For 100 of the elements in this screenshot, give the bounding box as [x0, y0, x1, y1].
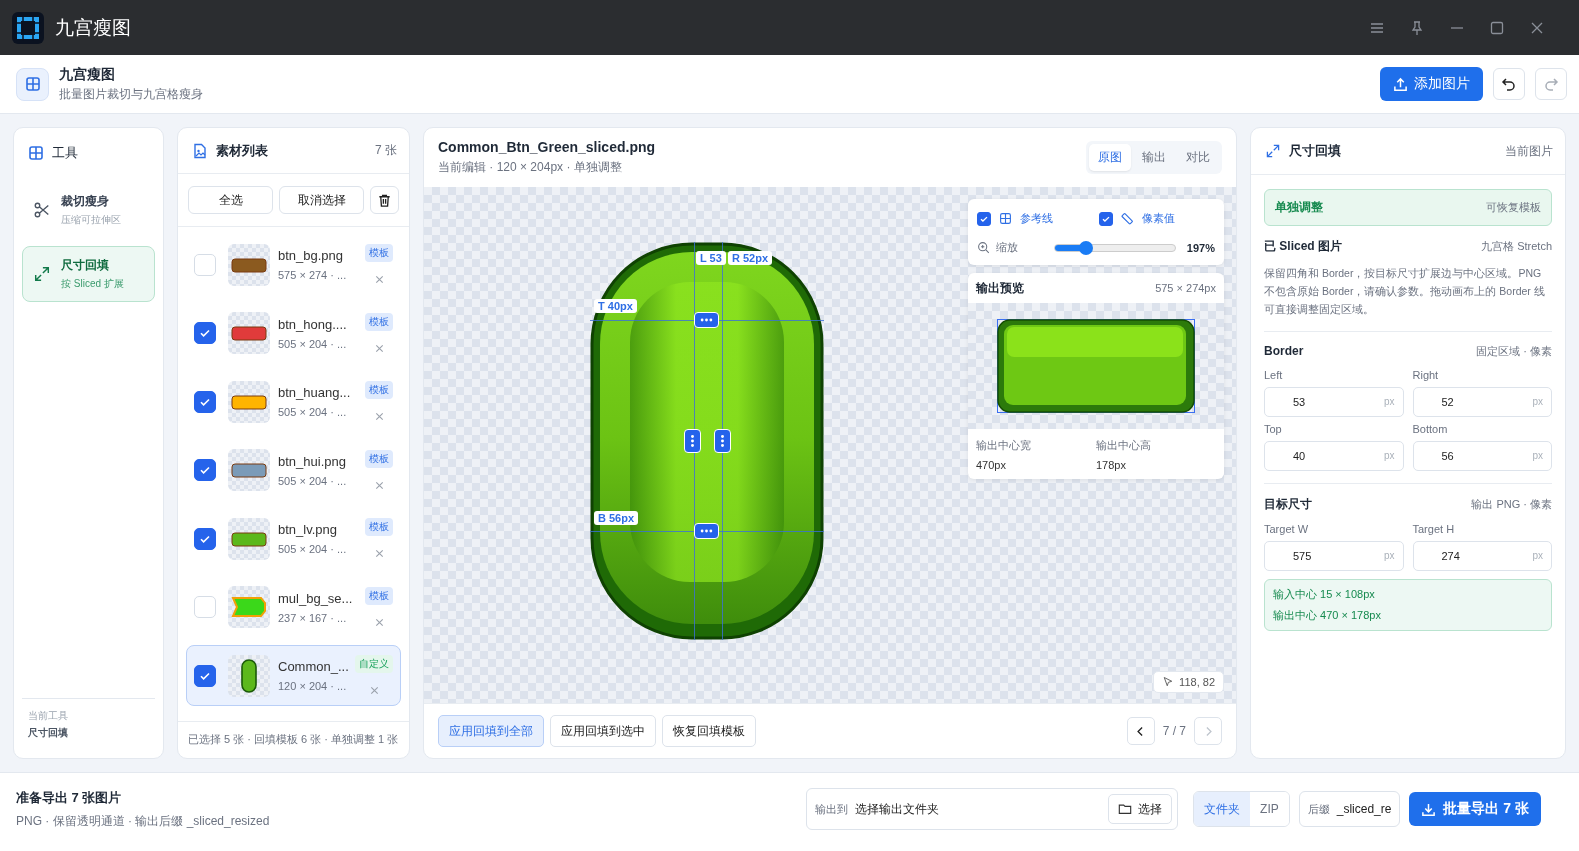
- zoom-in-icon: [977, 241, 990, 254]
- asset-item[interactable]: btn_hong.... 505 × 204 · ... 模板: [186, 302, 401, 364]
- grid-icon: [999, 212, 1012, 225]
- panel-scope: 当前图片: [1505, 142, 1553, 160]
- tag-label: 模板: [365, 518, 393, 536]
- number-field[interactable]: 56 px: [1412, 440, 1552, 471]
- border-marker-label: B 56px: [594, 511, 639, 525]
- remove-icon[interactable]: [373, 548, 385, 559]
- view-tab[interactable]: 对比: [1177, 144, 1219, 171]
- number-field[interactable]: 53 px: [1264, 386, 1404, 417]
- delete-button[interactable]: [370, 186, 399, 214]
- drag-handle[interactable]: [694, 523, 719, 539]
- asset-item[interactable]: mul_bg_se... 237 × 167 · ... 模板: [186, 576, 401, 638]
- checkbox[interactable]: [1099, 211, 1113, 226]
- field-label: Top: [1264, 422, 1283, 435]
- number-field[interactable]: 52 px: [1412, 386, 1552, 417]
- remove-icon[interactable]: [373, 274, 385, 285]
- info-line: 输入中心 15 × 108px: [1273, 586, 1376, 602]
- remove-icon[interactable]: [373, 342, 385, 354]
- section-title: 已 Sliced 图片: [1264, 238, 1343, 255]
- suffix-field[interactable]: 后缀 _sliced_re: [1298, 791, 1401, 827]
- apply-button[interactable]: 应用回填到选中: [550, 715, 656, 747]
- app-subtitle: 批量图片裁切与九宫格瘦身: [59, 85, 203, 103]
- file-name: Common_Btn_Green_sliced.png: [438, 139, 656, 155]
- remove-icon[interactable]: [368, 685, 380, 696]
- preview-size: 575 × 274px: [1155, 282, 1216, 294]
- number-field[interactable]: 40 px: [1264, 440, 1404, 471]
- tag-label: 模板: [365, 586, 393, 605]
- ruler-icon: [1121, 212, 1134, 225]
- asset-item[interactable]: btn_huang... 505 × 204 · ... 模板: [186, 371, 401, 432]
- drag-handle[interactable]: [714, 429, 731, 453]
- cursor-position: 118, 82: [1153, 671, 1224, 693]
- drag-handle[interactable]: [694, 312, 719, 328]
- tool-item[interactable]: 尺寸回填 按 Sliced 扩展: [22, 246, 155, 302]
- tool-item[interactable]: 裁切瘦身 压缩可拉伸区: [22, 182, 155, 238]
- format-option[interactable]: 文件夹: [1194, 792, 1251, 826]
- checkbox[interactable]: [194, 390, 216, 413]
- download-icon: [1421, 801, 1437, 817]
- maximize-icon[interactable]: [1489, 19, 1505, 36]
- section-hint: 输出 PNG · 像素: [1471, 496, 1552, 512]
- checkbox[interactable]: [194, 527, 216, 550]
- section-hint: 固定区域 · 像素: [1476, 343, 1552, 359]
- selection-summary: 已选择 5 张 · 回填模板 6 张 · 单独调整 1 张: [178, 720, 409, 758]
- border-marker-label: R 52px: [728, 251, 773, 265]
- panel-title: 工具: [52, 144, 78, 162]
- deselect-button[interactable]: 取消选择: [279, 186, 364, 214]
- drag-handle[interactable]: [684, 429, 701, 453]
- undo-icon: [1501, 76, 1517, 92]
- info-line: 输出中心 470 × 178px: [1273, 607, 1382, 623]
- section-title: 目标尺寸: [1264, 495, 1312, 513]
- panel-title: 尺寸回填: [1289, 142, 1341, 160]
- border-marker-label: T 40px: [594, 299, 637, 313]
- zoom-slider[interactable]: [1054, 243, 1176, 252]
- checkbox[interactable]: [194, 322, 216, 344]
- tag-label: 模板: [365, 449, 393, 468]
- pin-icon[interactable]: [1409, 19, 1425, 36]
- undo-button[interactable]: [1493, 68, 1525, 100]
- remove-icon[interactable]: [373, 479, 385, 491]
- asset-item[interactable]: btn_bg.png 575 × 274 · ... 模板: [186, 234, 401, 295]
- expand-icon: [1265, 143, 1281, 159]
- view-tab[interactable]: 输出: [1133, 144, 1175, 171]
- add-image-button[interactable]: 添加图片: [1380, 67, 1483, 101]
- checkbox[interactable]: [194, 459, 216, 481]
- export-title: 准备导出 7 张图片: [16, 788, 123, 807]
- asset-item[interactable]: btn_hui.png 505 × 204 · ... 模板: [186, 439, 401, 501]
- restore-template-link[interactable]: 可恢复模板: [1486, 200, 1541, 215]
- batch-export-button[interactable]: 批量导出 7 张: [1409, 792, 1541, 826]
- export-details: PNG · 保留透明通道 · 输出后缀 _sliced_resized: [16, 812, 270, 830]
- toggle-label: 参考线: [1020, 211, 1053, 226]
- number-field[interactable]: 575 px: [1264, 540, 1404, 571]
- image-file-icon: [192, 142, 208, 159]
- section-hint: 九宫格 Stretch: [1481, 239, 1552, 254]
- apply-button[interactable]: 恢复回填模板: [662, 715, 756, 747]
- remove-icon[interactable]: [373, 616, 385, 628]
- checkbox[interactable]: [194, 664, 216, 687]
- apply-button[interactable]: 应用回填到全部: [438, 715, 544, 747]
- select-all-button[interactable]: 全选: [188, 186, 273, 214]
- upload-icon: [1393, 76, 1408, 92]
- remove-icon[interactable]: [373, 411, 385, 422]
- panel-title: 素材列表: [216, 141, 268, 160]
- asset-item[interactable]: Common_... 120 × 204 · ... 自定义: [186, 645, 401, 706]
- checkbox[interactable]: [977, 211, 991, 226]
- tag-label: 模板: [365, 312, 393, 331]
- view-tab[interactable]: 原图: [1089, 144, 1131, 171]
- field-label: Target W: [1264, 522, 1309, 535]
- number-field[interactable]: 274 px: [1412, 540, 1552, 571]
- asset-count: 7 张: [375, 142, 397, 159]
- stat-label: 输出中心高: [1096, 438, 1152, 453]
- zoom-label: 缩放: [996, 240, 1018, 255]
- current-tool-value: 尺寸回填: [28, 726, 69, 740]
- description: 保留四角和 Border，按目标尺寸扩展边与中心区域。PNG 不包含原始 Border，请确认参数。拖动画布上的 Border 线可直接调整固定区域。: [1264, 265, 1552, 332]
- stat-value: 470px: [976, 459, 1007, 471]
- section-title: Border: [1264, 344, 1304, 359]
- window-title: 九宫瘦图: [55, 15, 131, 40]
- preview-title: 输出预览: [976, 279, 1024, 297]
- redo-icon: [1543, 76, 1559, 92]
- output-folder-field[interactable]: 输出到 选择输出文件夹 选择: [806, 788, 1179, 830]
- field-label: Left: [1264, 368, 1284, 381]
- choose-folder-button[interactable]: 选择: [1108, 794, 1173, 824]
- asset-item[interactable]: btn_lv.png 505 × 204 · ... 模板: [186, 508, 401, 569]
